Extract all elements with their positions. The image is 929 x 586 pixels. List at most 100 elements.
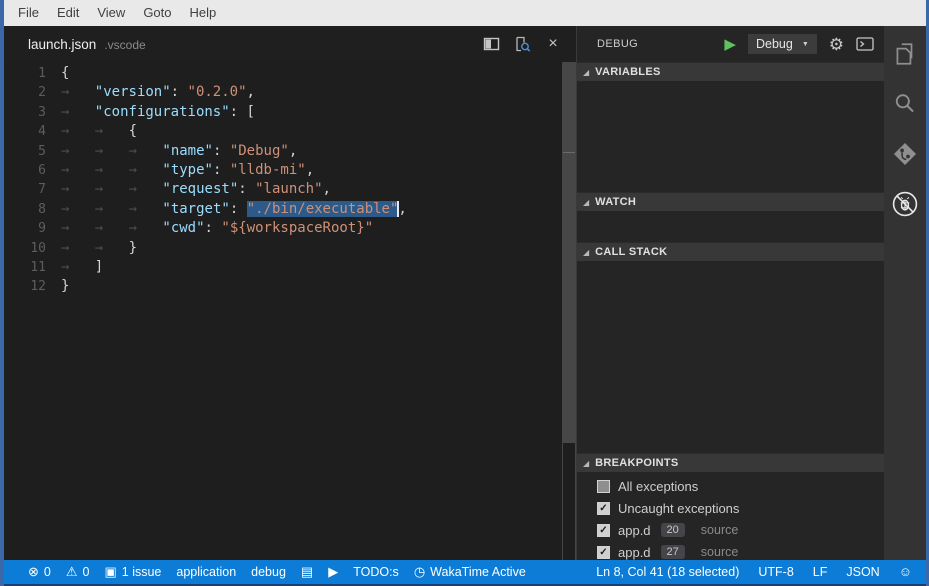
editor-scrollbar[interactable] (562, 62, 576, 560)
tab-whitespace-icon: → (95, 180, 129, 199)
tab-whitespace-icon: → (129, 142, 163, 161)
smiley-icon: ☺ (899, 565, 912, 579)
git-icon[interactable] (891, 140, 919, 168)
line-number: 3 (4, 103, 46, 122)
line-number-badge: 20 (661, 523, 685, 537)
scrollbar-thumb[interactable] (563, 62, 575, 443)
section-watch[interactable]: ◢ WATCH (577, 192, 884, 211)
status-bar: ⊗0⚠0▣1 issueapplicationdebug▤▶TODO:s◷Wak… (4, 560, 926, 584)
breakpoint-row[interactable]: ✓Uncaught exceptions (577, 497, 884, 519)
code-line: 7→→→"request": "launch", (4, 180, 576, 199)
tab-whitespace-icon: → (129, 180, 163, 199)
configure-gear-icon[interactable]: ⚙ (829, 36, 844, 53)
breakpoint-row[interactable]: All exceptions (577, 475, 884, 497)
play-icon: ▶ (328, 565, 338, 579)
statusbar-item-utf-8[interactable]: UTF-8 (758, 565, 793, 579)
statusbar-item-0[interactable]: ⚠0 (66, 565, 90, 579)
menu-item-edit[interactable]: Edit (48, 0, 88, 26)
breakpoint-checkbox[interactable]: ✓ (597, 502, 610, 515)
call-stack-body (577, 261, 884, 453)
line-content: →→→"target": "./bin/executable", (61, 200, 407, 219)
menu-item-view[interactable]: View (88, 0, 134, 26)
line-number: 9 (4, 219, 46, 238)
tab-whitespace-icon: → (61, 161, 95, 180)
line-number-badge: 27 (661, 545, 685, 559)
code-line: 11→] (4, 258, 576, 277)
debug-console-icon[interactable] (856, 37, 874, 51)
menu-item-help[interactable]: Help (181, 0, 226, 26)
split-editor-icon[interactable] (482, 35, 500, 53)
line-number: 4 (4, 122, 46, 141)
warning-triangle-icon: ⚠ (66, 565, 78, 579)
menu-item-file[interactable]: File (9, 0, 48, 26)
tab-whitespace-icon: → (129, 200, 163, 219)
code-editor[interactable]: 1{2→"version": "0.2.0",3→"configurations… (4, 62, 576, 297)
line-number: 7 (4, 180, 46, 199)
section-variables[interactable]: ◢ VARIABLES (577, 62, 884, 81)
statusbar-item-ln-8-col-41-18-selected-[interactable]: Ln 8, Col 41 (18 selected) (596, 565, 739, 579)
statusbar-label: application (176, 565, 236, 579)
statusbar-label: JSON (846, 565, 879, 579)
statusbar-item-debug[interactable]: debug (251, 565, 286, 579)
editor-actions: × (482, 35, 562, 53)
statusbar-item-todo-s[interactable]: TODO:s (353, 565, 399, 579)
line-number: 8 (4, 200, 46, 219)
breakpoint-checkbox[interactable]: ✓ (597, 546, 610, 559)
editor-tabbar: launch.json .vscode × (4, 26, 576, 62)
tab-detail: .vscode (104, 38, 145, 52)
debug-config-dropdown[interactable]: Debug ▼ (748, 34, 817, 54)
sidebar-title: DEBUG (597, 38, 724, 50)
statusbar-item[interactable]: ☺ (899, 565, 912, 579)
tab-whitespace-icon: → (61, 200, 95, 219)
tab-title: launch.json (28, 37, 96, 52)
statusbar-item-wakatime-active[interactable]: ◷WakaTime Active (414, 565, 526, 579)
statusbar-label: TODO:s (353, 565, 399, 579)
code-line: 6→→→"type": "lldb-mi", (4, 161, 576, 180)
statusbar-item-0[interactable]: ⊗0 (28, 565, 51, 579)
statusbar-label: 0 (44, 565, 51, 579)
variables-body (577, 81, 884, 192)
code-line: 4→→{ (4, 122, 576, 141)
statusbar-item[interactable]: ▶ (328, 565, 338, 579)
explorer-icon[interactable] (891, 40, 919, 68)
tab-whitespace-icon: → (95, 219, 129, 238)
debug-sidebar: DEBUG ▶ Debug ▼ ⚙ ◢ VARIABLES (576, 26, 884, 560)
statusbar-item-application[interactable]: application (176, 565, 236, 579)
breakpoint-row[interactable]: ✓ app.d 20 source (577, 519, 884, 541)
start-debug-icon[interactable]: ▶ (724, 37, 736, 52)
tab-whitespace-icon: → (129, 161, 163, 180)
breakpoint-label: app.d (618, 523, 651, 538)
status-left: ⊗0⚠0▣1 issueapplicationdebug▤▶TODO:s◷Wak… (28, 565, 541, 579)
section-call-stack[interactable]: ◢ CALL STACK (577, 242, 884, 261)
twistie-icon: ◢ (583, 248, 589, 257)
breakpoint-checkbox[interactable]: ✓ (597, 524, 610, 537)
line-number: 6 (4, 161, 46, 180)
statusbar-item[interactable]: ▤ (301, 565, 313, 579)
error-circle-icon: ⊗ (28, 565, 39, 579)
menubar: FileEditViewGotoHelp (4, 0, 926, 26)
statusbar-item-1-issue[interactable]: ▣1 issue (104, 565, 161, 579)
main-area: launch.json .vscode × 1{2→"version": "0.… (4, 26, 926, 560)
tab-launch-json[interactable]: launch.json .vscode (28, 37, 146, 52)
statusbar-label: WakaTime Active (430, 565, 526, 579)
breakpoint-detail: source (701, 523, 739, 537)
menu-item-goto[interactable]: Goto (134, 0, 180, 26)
statusbar-item-json[interactable]: JSON (846, 565, 879, 579)
statusbar-item-lf[interactable]: LF (813, 565, 828, 579)
open-preview-icon[interactable] (513, 35, 531, 53)
watch-body (577, 211, 884, 242)
search-icon[interactable] (891, 90, 919, 118)
close-icon[interactable]: × (544, 35, 562, 53)
breakpoint-detail: source (701, 545, 739, 559)
code-line: 1{ (4, 64, 576, 83)
tab-whitespace-icon: → (61, 180, 95, 199)
statusbar-label: debug (251, 565, 286, 579)
breakpoint-label: app.d (618, 545, 651, 560)
tab-whitespace-icon: → (95, 122, 129, 141)
section-breakpoints[interactable]: ◢ BREAKPOINTS (577, 453, 884, 472)
breakpoint-checkbox[interactable] (597, 480, 610, 493)
editor-group: launch.json .vscode × 1{2→"version": "0.… (4, 26, 576, 560)
debug-config-label: Debug (756, 37, 793, 51)
debug-icon[interactable] (891, 190, 919, 218)
chevron-down-icon: ▼ (802, 41, 809, 48)
